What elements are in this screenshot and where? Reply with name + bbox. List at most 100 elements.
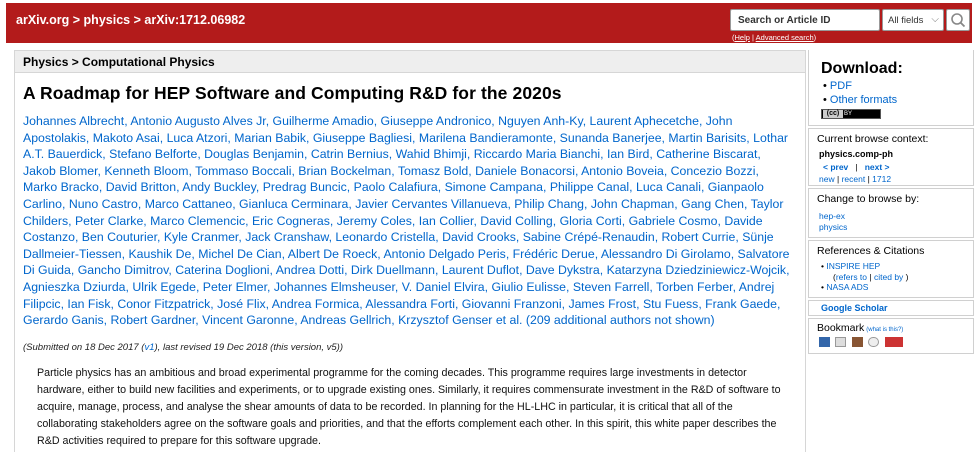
reddit-icon[interactable]	[868, 337, 880, 347]
inspire-hep-link[interactable]: INSPIRE HEP	[826, 261, 880, 271]
author-link[interactable]: David Colling	[480, 214, 552, 228]
breadcrumb-physics-link[interactable]: physics	[84, 13, 131, 27]
other-formats-link[interactable]: Other formats	[830, 94, 897, 106]
author-link[interactable]: Robert Currie	[662, 230, 736, 244]
author-link[interactable]: Ian Collier	[419, 214, 474, 228]
author-link[interactable]: Alessandro Di Girolamo	[601, 247, 731, 261]
author-link[interactable]: Gabriele Cosmo	[629, 214, 718, 228]
author-link[interactable]: Eric Cogneras	[252, 214, 330, 228]
author-link[interactable]: Andrea Dotti	[276, 263, 344, 277]
version-v1-link[interactable]: v1	[144, 342, 154, 353]
author-link[interactable]: Vincent Garonne	[202, 313, 294, 327]
breadcrumb-home-link[interactable]: arXiv.org	[16, 13, 69, 27]
author-link[interactable]: Giuseppe Bagliesi	[313, 131, 412, 145]
author-link[interactable]: Jack Cranshaw	[245, 230, 328, 244]
author-link[interactable]: Ben Couturier	[82, 230, 157, 244]
author-link[interactable]: Marian Babik	[234, 131, 306, 145]
bibsonomy-icon[interactable]	[819, 337, 830, 347]
author-link[interactable]: Antonio Delgado Peris	[383, 247, 505, 261]
refers-to-link[interactable]: refers to	[836, 272, 867, 282]
author-link[interactable]: V. Daniel Elvira	[402, 280, 485, 294]
browse-hep-ex-link[interactable]: hep-ex	[819, 211, 845, 221]
author-link[interactable]: David Britton	[106, 180, 176, 194]
author-link[interactable]: Peter Elmer	[203, 280, 267, 294]
author-link[interactable]: Ulrik Egede	[132, 280, 196, 294]
author-link[interactable]: Laurent Aphecetche	[590, 114, 699, 128]
author-link[interactable]: Gloria Corti	[560, 214, 622, 228]
author-link[interactable]: Michel De Cian	[198, 247, 281, 261]
author-link[interactable]: Tommaso Boccali	[195, 164, 291, 178]
author-link[interactable]: David Crooks	[442, 230, 516, 244]
browse-physics-link[interactable]: physics	[819, 222, 847, 232]
recent-link[interactable]: recent	[842, 174, 866, 184]
author-link[interactable]: Marko Bracko	[23, 180, 99, 194]
author-link[interactable]: Antonio Boveia	[581, 164, 664, 178]
new-link[interactable]: new	[819, 174, 835, 184]
author-link[interactable]: Gang Chen	[681, 197, 744, 211]
author-link[interactable]: Alessandra Forti	[365, 297, 455, 311]
author-link[interactable]: Douglas Benjamin	[204, 147, 304, 161]
author-link[interactable]: Marco Clemencic	[150, 214, 245, 228]
author-link[interactable]: Gianluca Cerminara	[239, 197, 348, 211]
author-link[interactable]: Stu Fuess	[643, 297, 698, 311]
author-link[interactable]: Stefano Belforte	[109, 147, 197, 161]
author-link[interactable]: Sunanda Banerjee	[560, 131, 662, 145]
author-link[interactable]: Philip Chang	[514, 197, 584, 211]
author-link[interactable]: James Frost	[568, 297, 636, 311]
author-link[interactable]: José Flix	[217, 297, 266, 311]
nasa-ads-link[interactable]: NASA ADS	[826, 282, 868, 292]
author-link[interactable]: Katarzyna Dziedziniewicz-Wojcik	[607, 263, 787, 277]
pdf-link[interactable]: PDF	[830, 80, 852, 92]
author-link[interactable]: Dirk Duellmann	[351, 263, 435, 277]
author-link[interactable]: Kenneth Bloom	[104, 164, 188, 178]
author-link[interactable]: Steven Farrell	[573, 280, 650, 294]
author-link[interactable]: Paolo Calafiura	[354, 180, 438, 194]
author-link[interactable]: John Chapman	[591, 197, 674, 211]
author-link[interactable]: Peter Clarke	[75, 214, 143, 228]
author-link[interactable]: Antonio Augusto Alves Jr	[130, 114, 265, 128]
author-link[interactable]: Jakob Blomer	[23, 164, 98, 178]
help-link[interactable]: Help	[735, 33, 750, 42]
author-link[interactable]: Caterina Doglioni	[175, 263, 269, 277]
author-link[interactable]: Krzysztof Genser et al.	[398, 313, 522, 327]
author-link[interactable]: Johannes Elmsheuser	[274, 280, 395, 294]
author-link[interactable]: Gancho Dimitrov	[78, 263, 169, 277]
author-link[interactable]: Wahid Bhimji	[396, 147, 467, 161]
prev-link[interactable]: < prev	[823, 162, 848, 172]
author-link[interactable]: Giuseppe Andronico	[381, 114, 492, 128]
author-link[interactable]: Daniele Bonacorsi	[475, 164, 575, 178]
author-link[interactable]: Simone Campana	[445, 180, 543, 194]
author-link[interactable]: Gerardo Ganis	[23, 313, 104, 327]
author-link[interactable]: Leonardo Cristella	[335, 230, 435, 244]
author-link[interactable]: Frédéric Derue	[513, 247, 595, 261]
author-link[interactable]: Javier Cervantes Villanueva	[355, 197, 507, 211]
cc-license-badge[interactable]: (cc) BY	[821, 109, 881, 119]
bookmark-help-link[interactable]: (what is this?)	[866, 327, 903, 333]
search-button[interactable]	[946, 9, 970, 31]
author-link[interactable]: Guilherme Amadio	[273, 114, 374, 128]
author-link[interactable]: Catrin Bernius	[311, 147, 389, 161]
author-link[interactable]: Tomasz Bold	[398, 164, 468, 178]
author-link[interactable]: Kyle Cranmer	[164, 230, 239, 244]
author-link[interactable]: Marco Cattaneo	[145, 197, 233, 211]
next-link[interactable]: next >	[865, 162, 890, 172]
author-link[interactable]: Concezio Bozzi	[671, 164, 756, 178]
author-link[interactable]: Ian Bird	[607, 147, 649, 161]
author-link[interactable]: Johannes Albrecht	[23, 114, 124, 128]
author-link[interactable]: Luca Atzori	[167, 131, 228, 145]
author-link[interactable]: Robert Gardner	[111, 313, 196, 327]
citeulike-icon[interactable]	[851, 337, 863, 347]
science-wise-icon[interactable]	[884, 337, 903, 347]
author-link[interactable]: Makoto Asai	[93, 131, 160, 145]
author-link[interactable]: Frank Gaede	[705, 297, 777, 311]
author-link[interactable]: Philippe Canal	[550, 180, 629, 194]
author-link[interactable]: Marilena Bandieramonte	[419, 131, 553, 145]
author-link[interactable]: Nuno Castro	[69, 197, 138, 211]
author-link[interactable]: Dave Dykstra	[526, 263, 600, 277]
advanced-search-link[interactable]: Advanced search	[756, 33, 814, 42]
mendeley-icon[interactable]	[835, 337, 847, 347]
author-link[interactable]: Jeremy Coles	[337, 214, 412, 228]
author-link[interactable]: Giulio Eulisse	[492, 280, 567, 294]
author-link[interactable]: Riccardo Maria Bianchi	[474, 147, 600, 161]
author-link[interactable]: Torben Ferber	[656, 280, 733, 294]
